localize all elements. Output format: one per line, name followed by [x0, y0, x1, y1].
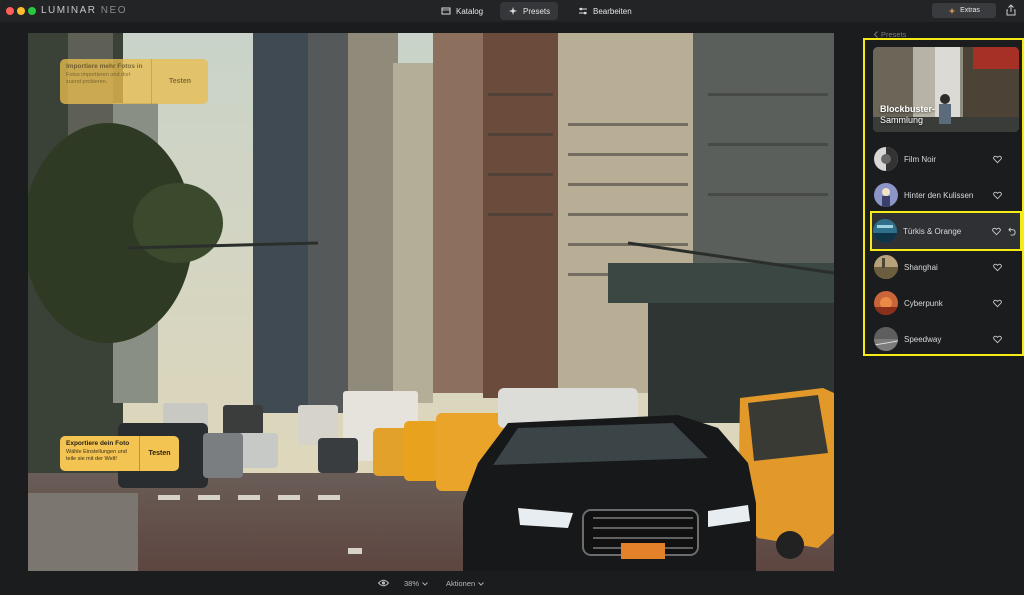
preset-item-film-noir[interactable]: Film Noir — [873, 144, 1020, 174]
extras-button[interactable]: Extras — [932, 3, 996, 18]
tip-test-button[interactable]: Testen — [151, 59, 208, 104]
tab-bearbeiten[interactable]: Bearbeiten — [570, 2, 640, 20]
photo-canvas[interactable] — [28, 33, 834, 571]
eye-icon — [378, 579, 389, 587]
tip-description: Wähle Einstellungen und teile sie mit de… — [66, 449, 127, 463]
tip-test-button[interactable]: Testen — [139, 436, 179, 471]
preset-name: Speedway — [904, 334, 942, 344]
preset-name: Hinter den Kulissen — [904, 190, 974, 200]
heart-icon[interactable] — [993, 191, 1002, 200]
collection-title: Blockbuster- — [880, 104, 936, 114]
catalog-icon — [441, 7, 451, 15]
share-icon[interactable] — [1005, 4, 1017, 16]
preset-thumbnail — [874, 147, 898, 171]
preset-item-shanghai[interactable]: Shanghai — [873, 252, 1020, 282]
tip-title: Exportiere dein Foto — [66, 440, 130, 447]
heart-icon[interactable] — [993, 155, 1002, 164]
extras-label: Extras — [960, 7, 980, 14]
collection-header-card[interactable]: Blockbuster- Sammlung — [873, 47, 1019, 132]
minimize-window-button[interactable] — [17, 7, 25, 15]
street-photo — [28, 33, 834, 571]
preset-name: Film Noir — [904, 154, 936, 164]
tab-katalog[interactable]: Katalog — [433, 2, 491, 20]
heart-icon[interactable] — [993, 335, 1002, 344]
actions-label: Aktionen — [446, 579, 476, 588]
title-bar: LUMINAR NEO Katalog Presets Bearbeiten E… — [0, 0, 1024, 22]
preset-name: Cyberpunk — [904, 298, 943, 308]
heart-icon[interactable] — [993, 263, 1002, 272]
tip-card-export: Exportiere dein Foto Wähle Einstellungen… — [60, 436, 179, 471]
zoom-value: 38% — [404, 579, 420, 588]
zoom-dropdown[interactable]: 38% — [404, 579, 428, 588]
preset-thumbnail — [874, 291, 898, 315]
collection-subtitle: Sammlung — [880, 114, 924, 125]
tab-label: Bearbeiten — [593, 6, 632, 16]
tip-description: Fotos importieren und dort zuerst probie… — [66, 72, 131, 86]
preview-eye-button[interactable] — [378, 579, 389, 587]
chevron-down-icon — [478, 581, 485, 586]
tip-card-import: Importiere mehr Fotos in Fotos importier… — [60, 59, 208, 104]
app-logo: LUMINAR NEO — [41, 5, 127, 16]
tab-label: Katalog — [456, 6, 484, 16]
tab-label: Presets — [523, 6, 551, 16]
reset-undo-icon[interactable] — [1007, 227, 1016, 236]
tip-title: Importiere mehr Fotos in — [66, 63, 143, 70]
preset-thumbnail — [873, 219, 897, 243]
edit-sliders-icon — [579, 7, 587, 15]
preset-item-speedway[interactable]: Speedway — [873, 324, 1020, 354]
bottom-toolbar: 38% Aktionen — [0, 574, 1024, 595]
preset-name: Türkis & Orange — [903, 226, 962, 236]
preset-thumbnail — [874, 183, 898, 207]
preset-name: Shanghai — [904, 262, 938, 272]
presets-icon — [509, 7, 517, 15]
zoom-window-button[interactable] — [28, 7, 36, 15]
close-window-button[interactable] — [6, 7, 14, 15]
heart-icon[interactable] — [992, 227, 1001, 236]
heart-icon[interactable] — [993, 299, 1002, 308]
preset-item-türkis-orange[interactable]: Türkis & Orange — [870, 211, 1022, 251]
chevron-left-icon — [874, 31, 878, 38]
actions-dropdown[interactable]: Aktionen — [446, 579, 485, 588]
tab-presets[interactable]: Presets — [500, 2, 559, 20]
preset-item-hinter-den-kulissen[interactable]: Hinter den Kulissen — [873, 180, 1020, 210]
preset-item-cyberpunk[interactable]: Cyberpunk — [873, 288, 1020, 318]
chevron-down-icon — [422, 581, 428, 586]
preset-thumbnail — [874, 255, 898, 279]
preset-thumbnail — [874, 327, 898, 351]
sparkle-icon — [948, 7, 956, 14]
